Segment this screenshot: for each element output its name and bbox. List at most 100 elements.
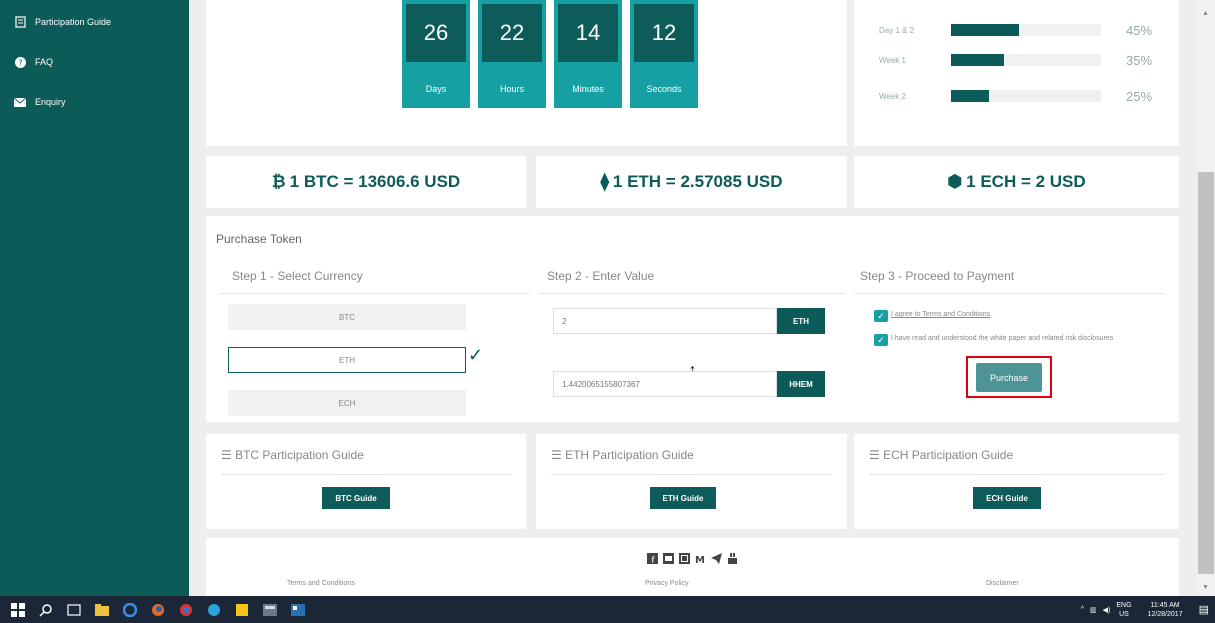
ech-guide-button[interactable]: ECH Guide: [973, 487, 1041, 509]
currency-option-eth[interactable]: ETH: [228, 347, 466, 373]
whitepaper-checkbox[interactable]: ✓: [874, 334, 888, 346]
windows-taskbar: ^ ▥ ◀) ENG US 11:45 AM 12/28/2017 ▤: [0, 596, 1215, 623]
sidebar-item-enquiry[interactable]: Enquiry: [0, 92, 189, 112]
scroll-down-arrow-icon[interactable]: ▼: [1202, 584, 1209, 591]
countdown-hours: 22 Hours: [478, 0, 546, 108]
eth-guide-button[interactable]: ETH Guide: [650, 487, 716, 509]
svg-text:M: M: [695, 555, 705, 564]
twitter-icon[interactable]: [663, 552, 675, 564]
language-indicator[interactable]: ENG US: [1116, 601, 1137, 619]
converted-input[interactable]: [553, 371, 777, 397]
chrome-icon[interactable]: [172, 596, 200, 623]
bonus-progress-fill: [951, 90, 989, 102]
scroll-up-arrow-icon[interactable]: ▲: [1202, 10, 1209, 17]
purchase-button[interactable]: Purchase: [976, 363, 1042, 392]
btc-guide-button[interactable]: BTC Guide: [322, 487, 390, 509]
disclaimer-link[interactable]: Disclaimer: [986, 580, 1019, 587]
guide-title-text: ETH Participation Guide: [565, 448, 694, 462]
amount-input-group: ETH: [553, 308, 825, 334]
sticky-notes-icon[interactable]: [228, 596, 256, 623]
scrollbar[interactable]: ▲ ▼: [1197, 0, 1215, 596]
notifications-icon[interactable]: ▤: [1199, 603, 1209, 616]
sidebar-item-label: Enquiry: [35, 97, 66, 107]
currency-option-ech[interactable]: ECH: [228, 390, 466, 416]
clock-time: 11:45 AM: [1150, 601, 1180, 609]
envelope-icon: [14, 96, 26, 108]
divider: [551, 474, 832, 475]
bonus-percent: 35%: [1126, 52, 1153, 68]
lang-bottom: US: [1119, 610, 1129, 618]
edge-browser-icon[interactable]: [116, 596, 144, 623]
lang-top: ENG: [1116, 601, 1132, 609]
calculator-icon[interactable]: [256, 596, 284, 623]
scrollbar-thumb[interactable]: [1198, 172, 1214, 574]
countdown-value: 12: [634, 4, 694, 62]
terms-link[interactable]: Terms and Conditions: [287, 580, 355, 587]
eth-rate-text: 1 ETH = 2.57085 USD: [612, 172, 783, 191]
divider: [220, 293, 530, 294]
countdown-card: 26 Days 22 Hours 14 Minutes 12 Seconds: [206, 0, 847, 146]
sidebar-item-faq[interactable]: ? FAQ: [0, 52, 189, 72]
countdown-label: Minutes: [572, 84, 604, 94]
countdown-days: 26 Days: [402, 0, 470, 108]
svg-text:?: ?: [18, 58, 22, 67]
step2-title: Step 2 - Enter Value: [547, 269, 655, 283]
bonus-row: Day 1 & 2 45%: [879, 23, 1179, 38]
countdown-value: 26: [406, 4, 466, 62]
converted-input-group: HHEM: [553, 371, 825, 397]
list-icon: ☰: [221, 448, 236, 462]
btc-guide-card: ☰ BTC Participation Guide BTC Guide: [206, 434, 526, 529]
guide-title-text: BTC Participation Guide: [235, 448, 364, 462]
sidebar-item-label: Participation Guide: [35, 17, 112, 27]
firefox-icon[interactable]: [144, 596, 172, 623]
file-explorer-icon[interactable]: [88, 596, 116, 623]
terms-checkbox[interactable]: ✓: [874, 310, 888, 322]
sidebar-item-label: FAQ: [35, 57, 54, 67]
currency-option-btc[interactable]: BTC: [228, 304, 466, 330]
volume-icon[interactable]: ◀): [1103, 606, 1111, 614]
countdown-value: 14: [558, 4, 618, 62]
app-icon[interactable]: [200, 596, 228, 623]
checkmark-icon: ✓: [468, 345, 484, 365]
footer: f M Terms and Conditions Privacy Policy …: [206, 538, 1179, 596]
bonus-row: Week 2 25%: [879, 89, 1179, 104]
linkedin-icon[interactable]: [679, 552, 691, 564]
facebook-icon[interactable]: f: [647, 552, 659, 564]
bonus-progress-bar: [951, 90, 1101, 102]
windows-start-icon[interactable]: [4, 596, 32, 623]
amount-input[interactable]: [553, 308, 777, 334]
btc-rate-text: 1 BTC = 13606.6 USD: [289, 172, 461, 191]
divider: [854, 293, 1164, 294]
youtube-icon[interactable]: [727, 552, 739, 564]
bonus-label: Week 1: [879, 55, 906, 65]
document-icon: [14, 16, 26, 28]
terms-link[interactable]: I agree to Terms and Conditions: [891, 310, 990, 319]
telegram-icon[interactable]: [711, 552, 723, 564]
purchase-token-card: Purchase Token Step 1 - Select Currency …: [206, 216, 1179, 422]
main-content: 26 Days 22 Hours 14 Minutes 12 Seconds D…: [189, 0, 1197, 596]
powershell-icon[interactable]: [284, 596, 312, 623]
bonus-progress-fill: [951, 54, 1004, 66]
amount-unit-label: ETH: [777, 308, 825, 334]
ethereum-icon: ⧫: [600, 172, 609, 191]
bonus-progress-bar: [951, 24, 1101, 36]
chevron-up-icon[interactable]: ^: [1081, 606, 1084, 613]
guide-title: ☰ ECH Participation Guide: [869, 448, 1013, 462]
ech-guide-card: ☰ ECH Participation Guide ECH Guide: [854, 434, 1179, 529]
sidebar-item-participation-guide[interactable]: Participation Guide: [0, 12, 189, 32]
countdown-label: Days: [425, 84, 447, 94]
terms-agreement: ✓ I agree to Terms and Conditions: [874, 310, 1166, 322]
medium-icon[interactable]: M: [695, 552, 707, 564]
privacy-link[interactable]: Privacy Policy: [645, 580, 689, 587]
purchase-token-title: Purchase Token: [216, 232, 302, 246]
bonus-progress-bar: [951, 54, 1101, 66]
clock[interactable]: 11:45 AM 12/28/2017: [1148, 601, 1189, 619]
help-icon: ?: [14, 56, 26, 68]
whitepaper-agreement: ✓ I have read and understood the white p…: [874, 334, 1166, 346]
search-icon[interactable]: [32, 596, 60, 623]
system-tray: ^ ▥ ◀) ENG US 11:45 AM 12/28/2017 ▤: [1081, 596, 1215, 623]
network-icon[interactable]: ▥: [1090, 606, 1097, 614]
task-view-icon[interactable]: [60, 596, 88, 623]
eth-rate-card: ⧫ 1 ETH = 2.57085 USD: [536, 156, 847, 208]
bonus-label: Day 1 & 2: [879, 25, 915, 35]
